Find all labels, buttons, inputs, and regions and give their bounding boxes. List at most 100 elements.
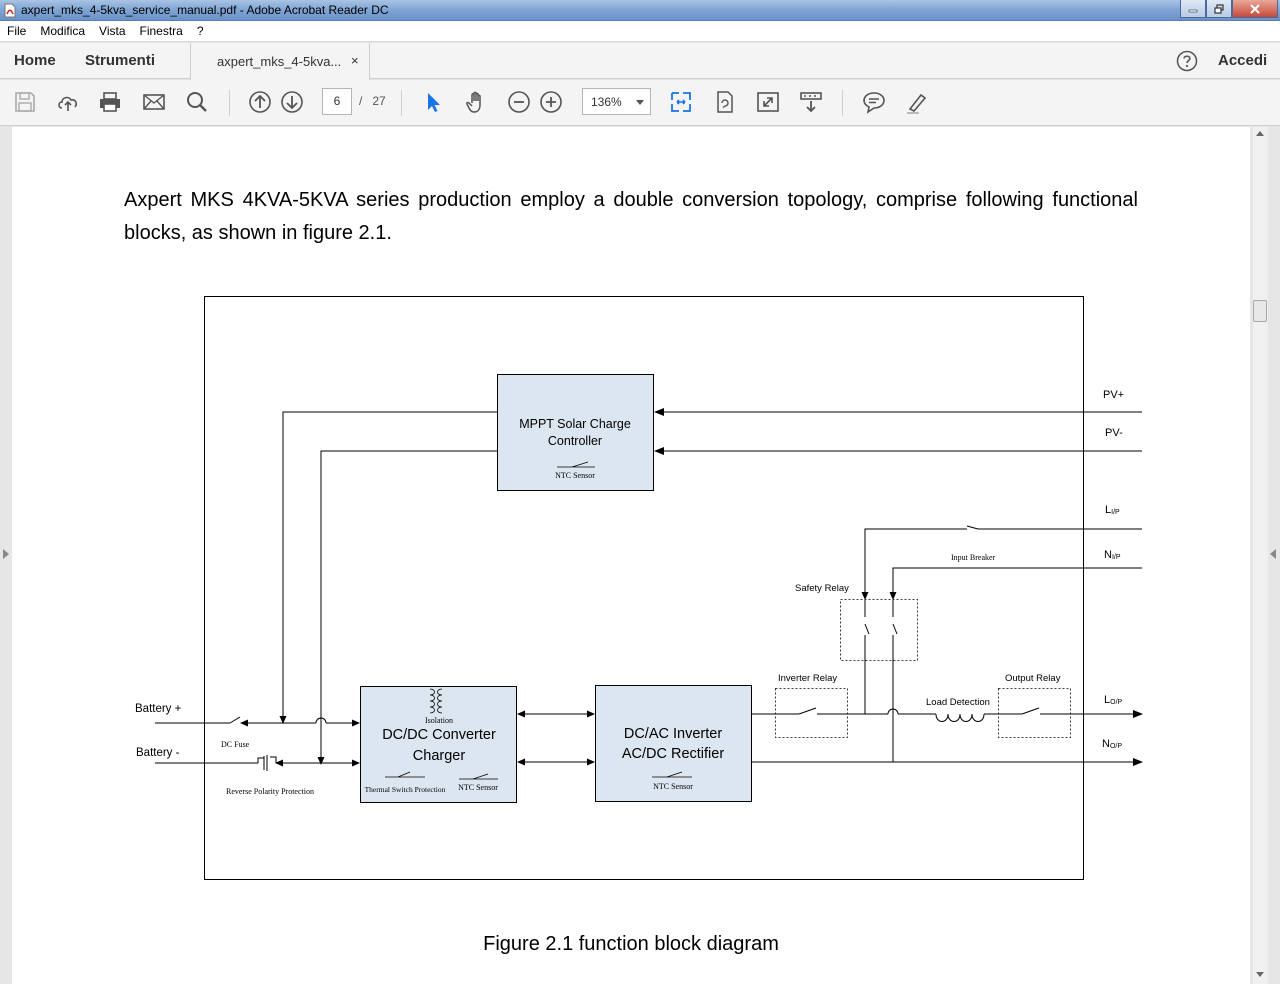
input-breaker-symbol xyxy=(966,525,979,530)
pdf-page: Axpert MKS 4KVA-5KVA series production e… xyxy=(12,127,1250,984)
dcdc-ntc-label: NTC Sensor xyxy=(458,783,498,792)
inverter-ntc-label: NTC Sensor xyxy=(653,782,693,791)
load-detection-label: Load Detection xyxy=(926,697,990,708)
close-window-button[interactable] xyxy=(1232,0,1278,18)
menu-help[interactable]: ? xyxy=(190,24,211,38)
help-icon[interactable] xyxy=(1176,50,1198,72)
menu-file[interactable]: File xyxy=(0,24,33,38)
menu-edit[interactable]: Modifica xyxy=(33,24,92,38)
isolation-label: Isolation xyxy=(425,716,453,725)
page-count: / 27 xyxy=(359,94,386,108)
document-tab-label: axpert_mks_4-5kva... xyxy=(217,54,342,69)
toolbar-separator xyxy=(401,90,402,116)
figure-caption: Figure 2.1 function block diagram xyxy=(483,933,779,955)
dc-fuse-symbol xyxy=(229,716,241,724)
scroll-down-icon[interactable] xyxy=(1256,972,1264,977)
zoom-dropdown[interactable]: 136% xyxy=(582,88,651,115)
zoom-value: 136% xyxy=(591,95,622,109)
mppt-label-1: MPPT Solar Charge xyxy=(519,417,631,431)
l-input-label: LI/P xyxy=(1105,504,1120,516)
inverter-relay-label: Inverter Relay xyxy=(778,673,837,684)
close-icon xyxy=(1250,3,1260,14)
n-input-label: NI/P xyxy=(1104,549,1121,561)
safety-relay-box xyxy=(840,599,918,661)
window-title: axpert_mks_4-5kva_service_manual.pdf - A… xyxy=(21,3,389,17)
rotate-page-icon[interactable] xyxy=(713,90,737,114)
menu-view[interactable]: Vista xyxy=(92,24,132,38)
output-relay-box xyxy=(998,688,1071,738)
current-transformer-symbol xyxy=(935,713,985,722)
function-block-diagram: MPPT Solar Charge Controller NTC Sensor … xyxy=(135,296,1143,880)
select-cursor-icon[interactable] xyxy=(422,90,446,114)
tab-home[interactable]: Home xyxy=(14,52,56,69)
n-output-label: NO/P xyxy=(1102,738,1122,750)
reverse-polarity-label: Reverse Polarity Protection xyxy=(226,787,314,796)
zoom-in-icon[interactable] xyxy=(539,90,563,114)
page-number-input[interactable]: 6 xyxy=(322,88,352,115)
input-breaker-label: Input Breaker xyxy=(951,553,996,562)
total-pages: 27 xyxy=(372,94,386,108)
chevron-down-icon xyxy=(636,100,644,105)
output-relay-contact xyxy=(1021,707,1040,715)
l-input-to-relay xyxy=(861,528,967,600)
document-viewer[interactable]: Axpert MKS 4KVA-5KVA series production e… xyxy=(0,127,1280,984)
cloud-upload-icon[interactable] xyxy=(56,90,80,114)
next-page-icon[interactable] xyxy=(280,90,304,114)
fit-page-icon[interactable] xyxy=(669,90,693,114)
hand-tool-icon[interactable] xyxy=(464,90,488,114)
safety-relay-contact-l xyxy=(864,600,870,660)
right-pane-toggle[interactable] xyxy=(1270,549,1276,559)
l-output-label: LO/P xyxy=(1104,694,1123,706)
battery-minus-label: Battery - xyxy=(136,747,180,759)
window-controls xyxy=(1180,0,1278,18)
zoom-out-icon[interactable] xyxy=(507,90,531,114)
title-bar: axpert_mks_4-5kva_service_manual.pdf - A… xyxy=(0,0,1280,21)
acrobat-window: axpert_mks_4-5kva_service_manual.pdf - A… xyxy=(0,0,1280,984)
print-icon[interactable] xyxy=(98,90,122,114)
menu-window[interactable]: Finestra xyxy=(133,24,190,38)
scroll-mode-icon[interactable] xyxy=(799,90,823,114)
inverter-relay-box xyxy=(775,688,848,738)
safety-relay-label: Safety Relay xyxy=(795,583,849,594)
restore-button[interactable] xyxy=(1206,0,1232,18)
pv-plus-label: PV+ xyxy=(1103,389,1124,401)
dc-fuse-label: DC Fuse xyxy=(221,740,250,749)
acrobat-app-icon xyxy=(4,3,16,18)
dcdc-label-1: DC/DC Converter xyxy=(382,727,496,743)
restore-icon xyxy=(1214,3,1224,14)
safety-relay-contact-n xyxy=(892,600,898,660)
mosfet-symbol xyxy=(257,755,277,771)
left-pane-toggle[interactable] xyxy=(3,549,9,559)
battery-plus-label: Battery + xyxy=(135,703,182,715)
tab-bar: Home Strumenti axpert_mks_4-5kva... × Ac… xyxy=(0,43,1280,80)
full-screen-icon[interactable] xyxy=(756,90,780,114)
vertical-scrollbar[interactable] xyxy=(1253,127,1268,984)
scroll-thumb[interactable] xyxy=(1253,300,1267,322)
menu-bar: File Modifica Vista Finestra ? xyxy=(0,21,1280,42)
search-icon[interactable] xyxy=(185,90,209,114)
highlight-pen-icon[interactable] xyxy=(905,90,929,114)
pv-minus-label: PV- xyxy=(1105,427,1123,439)
email-icon[interactable] xyxy=(142,90,166,114)
tab-document[interactable]: axpert_mks_4-5kva... × xyxy=(190,43,370,80)
n-input-wire xyxy=(889,567,1142,600)
minimize-icon xyxy=(1188,9,1198,12)
close-tab-button[interactable]: × xyxy=(351,53,359,68)
minimize-button[interactable] xyxy=(1180,0,1206,18)
comment-icon[interactable] xyxy=(862,90,886,114)
inverter-label-2: AC/DC Rectifier xyxy=(622,746,724,762)
previous-page-icon[interactable] xyxy=(248,90,272,114)
toolbar-separator xyxy=(229,90,230,116)
save-icon[interactable] xyxy=(13,90,37,114)
dcdc-label-2: Charger xyxy=(413,748,466,764)
output-relay-label: Output Relay xyxy=(1005,673,1061,684)
tab-tools[interactable]: Strumenti xyxy=(85,52,155,69)
mppt-ntc-label: NTC Sensor xyxy=(555,471,595,480)
page-separator: / xyxy=(359,94,363,108)
sign-in-button[interactable]: Accedi xyxy=(1218,52,1267,69)
inverter-relay-contact xyxy=(798,707,817,715)
thermal-switch-label: Thermal Switch Protection xyxy=(365,785,446,794)
mppt-label-2: Controller xyxy=(548,434,602,448)
scroll-up-icon[interactable] xyxy=(1256,131,1264,136)
inverter-label-1: DC/AC Inverter xyxy=(624,726,722,742)
